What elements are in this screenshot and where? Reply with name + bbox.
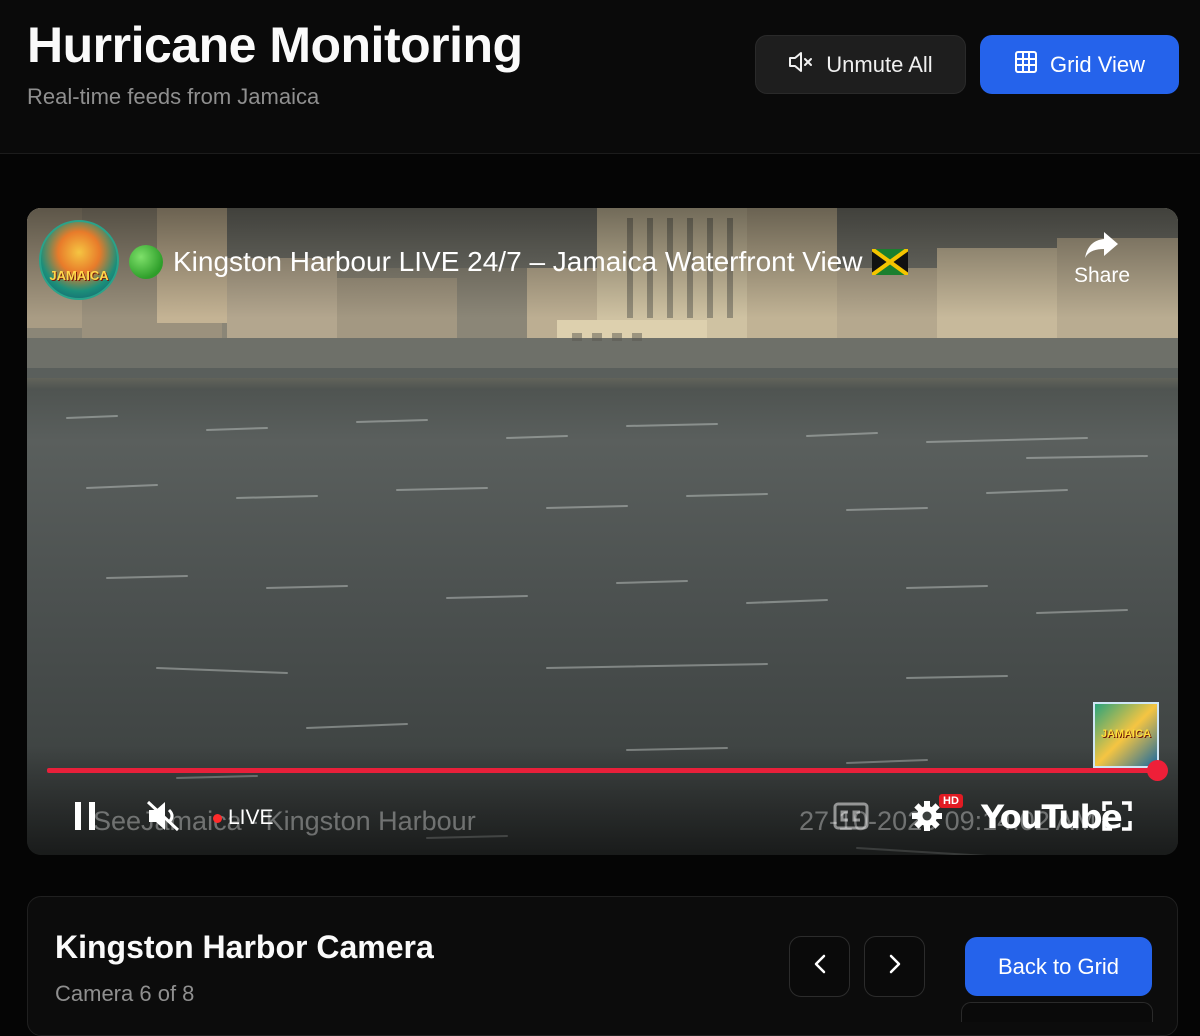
share-label: Share <box>1073 264 1131 287</box>
progress-scrubber[interactable] <box>1147 760 1168 781</box>
chevron-right-icon <box>887 953 903 980</box>
fullscreen-icon <box>1101 800 1133 837</box>
hd-badge: HD <box>939 794 963 808</box>
muted-speaker-icon <box>788 51 814 79</box>
grid-icon <box>1014 50 1038 80</box>
channel-logo-text: JAMAICA <box>49 268 109 283</box>
fullscreen-button[interactable] <box>1101 798 1133 838</box>
share-button[interactable]: Share <box>1067 230 1137 288</box>
live-label: LIVE <box>228 806 274 829</box>
video-title[interactable]: Kingston Harbour LIVE 24/7 – Jamaica Wat… <box>129 245 910 279</box>
page-subtitle: Real-time feeds from Jamaica <box>27 84 320 109</box>
video-player[interactable]: JAMAICA Kingston Harbour LIVE 24/7 – Jam… <box>27 208 1178 855</box>
grid-view-label: Grid View <box>1050 51 1145 77</box>
camera-name: Kingston Harbor Camera <box>55 929 434 965</box>
next-camera-button[interactable] <box>864 936 925 997</box>
page-title: Hurricane Monitoring <box>27 17 523 73</box>
live-dot-icon <box>213 813 222 823</box>
share-arrow-icon <box>1067 230 1137 260</box>
camera-count: Camera 6 of 8 <box>55 981 195 1006</box>
channel-avatar[interactable]: JAMAICA <box>39 220 119 300</box>
pause-icon <box>73 801 99 836</box>
back-to-grid-button[interactable]: Back to Grid <box>965 937 1152 996</box>
page-header: Hurricane Monitoring Real-time feeds fro… <box>0 0 1200 154</box>
channel-watermark-logo: JAMAICA <box>1093 702 1159 768</box>
video-title-text: Kingston Harbour LIVE 24/7 – Jamaica Wat… <box>173 246 863 277</box>
jamaica-flag-icon <box>871 247 910 277</box>
live-indicator[interactable]: LIVE <box>213 806 274 830</box>
captions-icon <box>833 802 869 835</box>
progress-bar[interactable] <box>47 768 1158 773</box>
green-circle-icon <box>129 245 163 279</box>
muted-speaker-icon <box>145 799 181 838</box>
previous-camera-button[interactable] <box>789 936 850 997</box>
watermark-logo-text: JAMAICA <box>1100 728 1152 740</box>
grid-view-button[interactable]: Grid View <box>980 35 1179 94</box>
camera-info-card: Kingston Harbor Camera Camera 6 of 8 Bac… <box>27 896 1178 1036</box>
unmute-all-label: Unmute All <box>826 51 933 77</box>
captions-button[interactable] <box>833 798 869 838</box>
unmute-all-button[interactable]: Unmute All <box>755 35 966 94</box>
mute-button[interactable] <box>145 798 181 838</box>
chevron-left-icon <box>812 953 828 980</box>
pause-button[interactable] <box>73 798 99 838</box>
secondary-button-edge[interactable] <box>961 1002 1153 1022</box>
